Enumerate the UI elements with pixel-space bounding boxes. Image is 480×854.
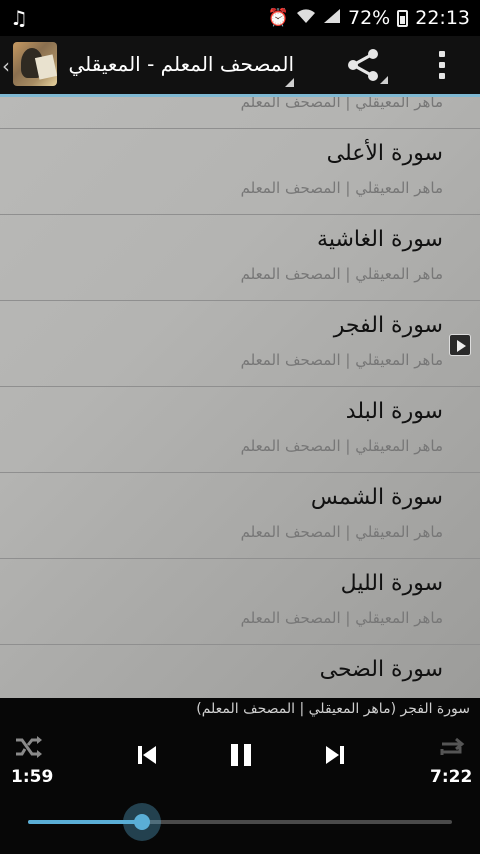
track-title: سورة الفجر	[333, 313, 443, 338]
spinner-indicator-icon	[285, 78, 294, 87]
repeat-icon	[440, 737, 465, 755]
signal-icon	[323, 8, 341, 29]
repeat-button[interactable]	[436, 736, 466, 760]
previous-button[interactable]	[136, 744, 158, 766]
track-title: سورة الليل	[340, 571, 443, 596]
shuffle-icon	[16, 736, 42, 758]
track-list[interactable]: ماهر المعيقلي | المصحف المعلم سورة الأعل…	[0, 97, 480, 698]
seek-thumb[interactable]	[123, 803, 162, 841]
now-playing-title: سورة الفجر (ماهر المعيقلي | المصحف المعل…	[196, 701, 470, 717]
pause-button[interactable]	[228, 743, 254, 767]
menu-dot-icon	[439, 61, 445, 68]
next-button[interactable]	[324, 744, 346, 766]
wifi-icon	[296, 8, 316, 29]
track-title: سورة البلد	[345, 399, 443, 424]
page-title[interactable]: المصحف المعلم - المعيقلي	[68, 52, 294, 76]
list-item[interactable]: سورة الليل ماهر المعيقلي | المصحف المعلم	[0, 559, 480, 645]
status-indicators: ⏰ 72% 22:13	[268, 7, 470, 29]
elapsed-time: 1:59	[11, 767, 54, 787]
track-title: سورة الشمس	[310, 485, 443, 510]
dropdown-corner-icon	[380, 76, 388, 84]
list-item[interactable]: سورة الغاشية ماهر المعيقلي | المصحف المع…	[0, 215, 480, 301]
track-subtitle: ماهر المعيقلي | المصحف المعلم	[240, 265, 443, 283]
list-item[interactable]: سورة الأعلى ماهر المعيقلي | المصحف المعل…	[0, 129, 480, 215]
now-playing-icon	[449, 334, 471, 356]
list-item[interactable]: ماهر المعيقلي | المصحف المعلم	[0, 97, 480, 129]
skip-next-icon	[326, 746, 344, 764]
seek-bar[interactable]	[28, 803, 452, 841]
share-icon	[348, 49, 378, 81]
menu-dot-icon	[439, 73, 445, 80]
track-title: سورة الأعلى	[326, 141, 443, 166]
back-chevron-icon[interactable]: ‹	[2, 54, 10, 78]
list-item[interactable]: سورة الفجر ماهر المعيقلي | المصحف المعلم	[0, 301, 480, 387]
track-subtitle: ماهر المعيقلي | المصحف المعلم	[240, 437, 443, 455]
track-title: سورة الغاشية	[317, 227, 443, 252]
shuffle-button[interactable]	[14, 734, 44, 760]
track-title: سورة الضحى	[319, 657, 443, 682]
app-icon[interactable]	[13, 42, 57, 86]
menu-dot-icon	[439, 50, 445, 57]
alarm-icon: ⏰	[267, 8, 289, 28]
battery-percent: 72%	[348, 7, 391, 29]
music-note-icon: ♫	[10, 6, 28, 30]
status-bar: ♫ ⏰ 72% 22:13	[0, 0, 480, 36]
track-subtitle: ماهر المعيقلي | المصحف المعلم	[240, 523, 443, 541]
list-item[interactable]: سورة الشمس ماهر المعيقلي | المصحف المعلم	[0, 473, 480, 559]
track-subtitle: ماهر المعيقلي | المصحف المعلم	[240, 179, 443, 197]
track-subtitle: ماهر المعيقلي | المصحف المعلم	[240, 609, 443, 627]
track-subtitle: ماهر المعيقلي | المصحف المعلم	[240, 351, 443, 369]
media-player: سورة الفجر (ماهر المعيقلي | المصحف المعل…	[0, 698, 480, 854]
total-time: 7:22	[430, 767, 473, 787]
pause-icon	[231, 744, 251, 766]
list-item[interactable]: سورة البلد ماهر المعيقلي | المصحف المعلم	[0, 387, 480, 473]
action-bar: ‹ المصحف المعلم - المعيقلي	[0, 36, 480, 97]
list-item[interactable]: سورة الضحى	[0, 645, 480, 698]
clock: 22:13	[415, 7, 470, 29]
overflow-menu-button[interactable]	[430, 48, 454, 82]
share-button[interactable]	[346, 48, 388, 84]
skip-previous-icon	[138, 746, 156, 764]
battery-icon	[397, 9, 409, 27]
track-subtitle: ماهر المعيقلي | المصحف المعلم	[240, 97, 443, 111]
